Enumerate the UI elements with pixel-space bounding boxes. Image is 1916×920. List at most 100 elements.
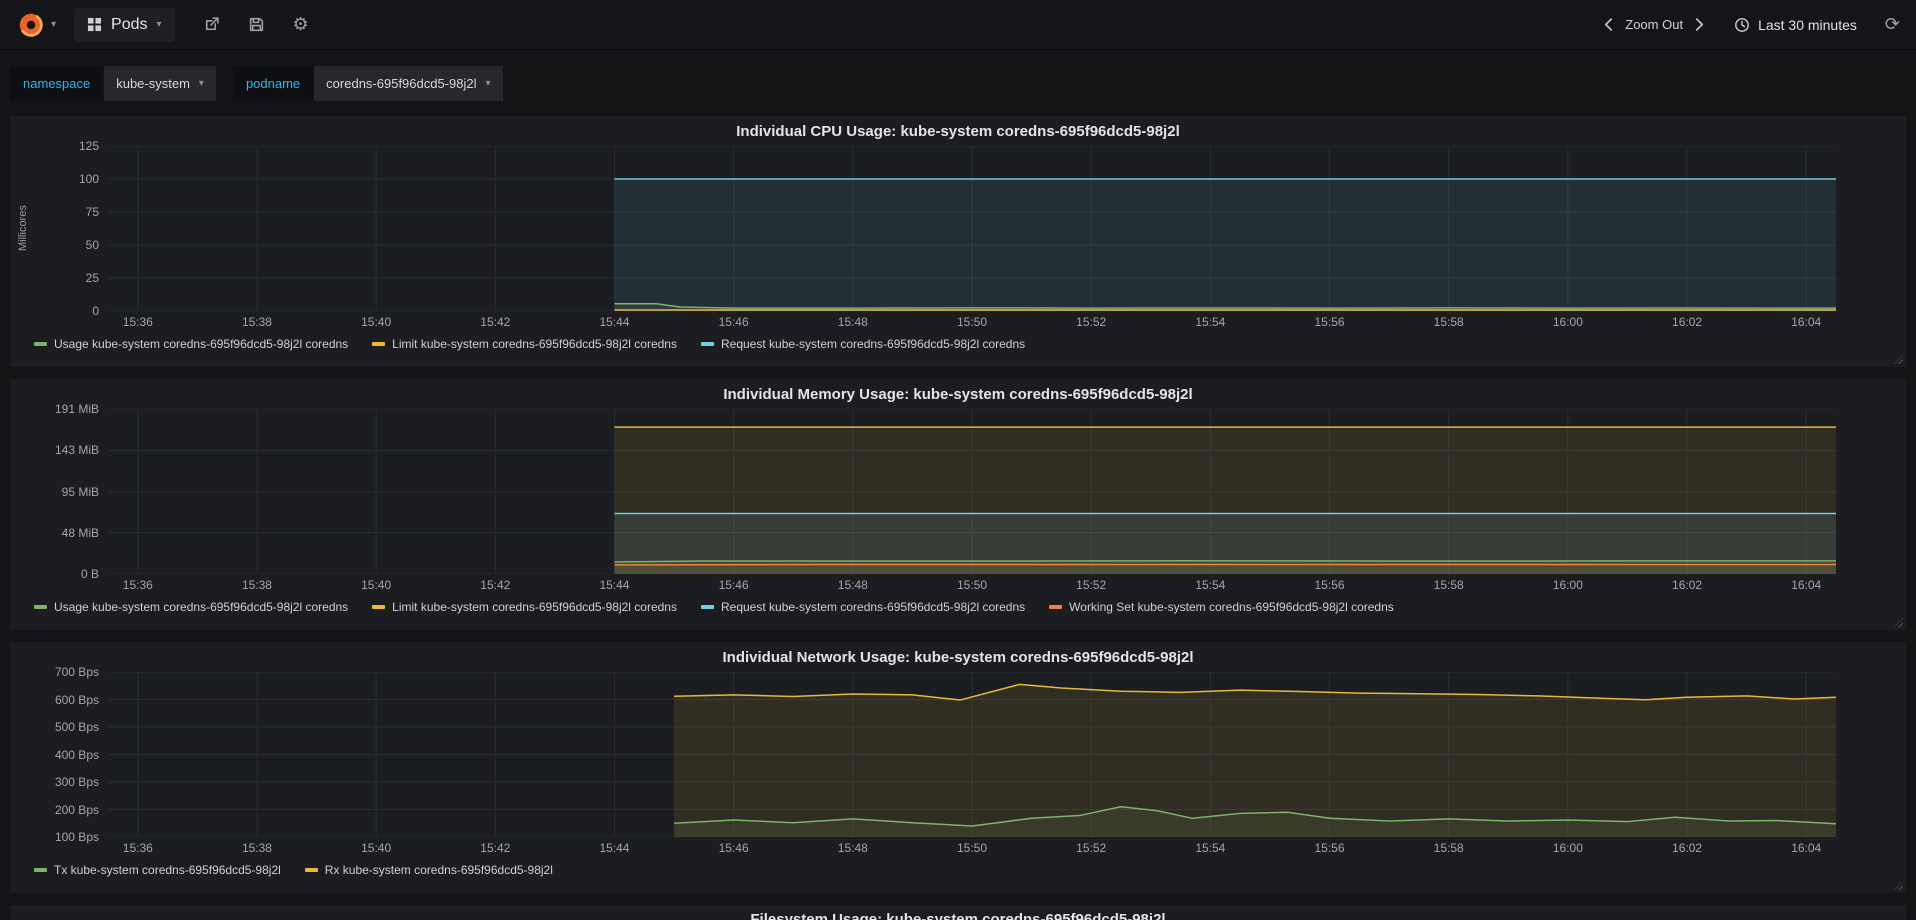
row-drag-handle[interactable]: ⋮⋮ xyxy=(0,119,5,138)
graph-cpu: 0 25 50 75 100 125 15:36 15:38 15:40 15:42 15:44 15… xyxy=(10,139,1906,331)
y-axis-tick: 75 xyxy=(85,205,99,219)
time-shift-back-button[interactable] xyxy=(1604,18,1613,31)
x-axis-tick: 15:38 xyxy=(241,315,272,329)
legend-label: Request kube-system coredns-695f96dcd5-9… xyxy=(720,337,1026,351)
y-axis-tick: 300 Bps xyxy=(54,775,99,789)
y-axis-tick: 0 xyxy=(92,304,99,318)
legend-item[interactable]: Working Set kube-system coredns-695f96dc… xyxy=(1049,600,1394,614)
y-axis-tick: 200 Bps xyxy=(54,802,99,817)
x-axis-tick: 16:02 xyxy=(1672,841,1703,855)
chevron-down-icon: ▾ xyxy=(485,77,491,89)
variable-podname-dropdown[interactable]: coredns-695f96dcd5-98j2l ▾ xyxy=(314,65,503,101)
x-axis-tick: 15:58 xyxy=(1433,841,1464,855)
legend-swatch-icon xyxy=(34,605,47,609)
variable-namespace-value: kube-system xyxy=(116,75,190,91)
variable-namespace: namespace kube-system ▾ xyxy=(10,65,216,101)
y-axis-tick: 143 MiB xyxy=(54,443,99,458)
gear-icon: ⚙ xyxy=(292,13,309,35)
dashboard-grid: ⋮⋮ Individual CPU Usage: kube-system cor… xyxy=(0,116,1916,920)
graph-canvas xyxy=(108,409,1836,574)
x-axis-tick: 15:42 xyxy=(480,841,511,855)
y-axis-tick: 400 Bps xyxy=(54,747,99,762)
x-axis-tick: 15:36 xyxy=(122,841,153,855)
graph-plot-area[interactable]: 0 25 50 75 100 125 15:36 15:38 15:40 15:42 15:44 15… xyxy=(17,139,1836,329)
x-axis-tick: 15:44 xyxy=(599,578,630,592)
x-axis-tick: 15:58 xyxy=(1433,315,1464,329)
refresh-icon: ⟳ xyxy=(1884,13,1900,35)
legend-label: Working Set kube-system coredns-695f96dc… xyxy=(1069,600,1394,614)
graph-plot-area[interactable]: 100 Bps 200 Bps 300 Bps 400 Bps 500 Bps 600 B… xyxy=(55,665,1836,855)
panel-title[interactable]: Filesystem Usage: kube-system coredns-69… xyxy=(10,908,1906,920)
chevron-left-icon xyxy=(1605,18,1613,31)
x-axis-tick: 15:36 xyxy=(122,578,153,592)
y-axis-tick: 0 B xyxy=(80,567,99,581)
panel-title[interactable]: Individual CPU Usage: kube-system coredn… xyxy=(10,120,1906,146)
x-axis-tick: 15:40 xyxy=(361,841,392,855)
series-fill xyxy=(674,684,1836,837)
y-axis-tick: 95 MiB xyxy=(61,484,99,499)
legend-swatch-icon xyxy=(34,342,47,346)
time-range-picker[interactable]: Last 30 minutes xyxy=(1734,17,1857,33)
panel-title[interactable]: Individual Network Usage: kube-system co… xyxy=(10,646,1906,672)
panel-individual-network-usage: Individual Network Usage: kube-system co… xyxy=(10,642,1906,893)
legend-item[interactable]: Usage kube-system coredns-695f96dcd5-98j… xyxy=(34,337,348,351)
series-fill xyxy=(614,564,1836,574)
x-axis-tick: 15:54 xyxy=(1195,841,1226,855)
x-axis-tick: 15:50 xyxy=(956,315,988,329)
variable-namespace-dropdown[interactable]: kube-system ▾ xyxy=(104,65,216,101)
x-axis-tick: 15:56 xyxy=(1314,841,1345,855)
panel-individual-cpu-usage: Individual CPU Usage: kube-system coredn… xyxy=(10,116,1906,367)
chevron-right-icon xyxy=(1695,18,1704,31)
dashboard-picker[interactable]: Pods ▾ xyxy=(74,7,175,42)
x-axis-tick: 15:40 xyxy=(361,578,392,592)
x-axis-tick: 15:52 xyxy=(1076,578,1107,592)
panel-title[interactable]: Individual Memory Usage: kube-system cor… xyxy=(10,383,1906,409)
zoom-out-button[interactable]: Zoom Out xyxy=(1625,17,1683,32)
y-axis-tick: 191 MiB xyxy=(54,402,99,416)
x-axis-tick: 15:56 xyxy=(1314,578,1345,592)
x-axis-tick: 15:46 xyxy=(718,578,749,592)
refresh-button[interactable]: ⟳ xyxy=(1884,13,1900,35)
legend-item[interactable]: Tx kube-system coredns-695f96dcd5-98j2l xyxy=(34,863,281,877)
x-axis-tick: 15:52 xyxy=(1076,841,1107,855)
save-icon xyxy=(249,17,263,32)
legend-item[interactable]: Limit kube-system coredns-695f96dcd5-98j… xyxy=(372,337,677,351)
legend-item[interactable]: Request kube-system coredns-695f96dcd5-9… xyxy=(700,600,1025,614)
x-axis-tick: 15:38 xyxy=(241,841,272,855)
graph-legend: Usage kube-system coredns-695f96dcd5-98j… xyxy=(10,594,1906,620)
grafana-main-menu[interactable]: ▾ xyxy=(16,10,56,40)
x-axis-tick: 15:44 xyxy=(599,841,630,855)
legend-label: Usage kube-system coredns-695f96dcd5-98j… xyxy=(54,337,349,351)
time-shift-controls: Zoom Out xyxy=(1604,17,1704,32)
x-axis-tick: 16:02 xyxy=(1672,578,1703,592)
variable-podname-label: podname xyxy=(232,65,314,101)
dashboard-grid-icon xyxy=(87,17,102,32)
legend-swatch-icon xyxy=(34,868,47,872)
legend-item[interactable]: Request kube-system coredns-695f96dcd5-9… xyxy=(700,337,1026,351)
y-axis-tick: 50 xyxy=(85,238,99,252)
chevron-down-icon: ▾ xyxy=(156,19,162,30)
legend-item[interactable]: Rx kube-system coredns-695f96dcd5-98j2l xyxy=(304,863,553,877)
legend-item[interactable]: Usage kube-system coredns-695f96dcd5-98j… xyxy=(34,600,348,614)
x-axis-tick: 15:44 xyxy=(599,315,630,329)
series-fill xyxy=(614,179,1836,311)
save-button[interactable] xyxy=(248,16,265,33)
clock-icon xyxy=(1735,17,1749,32)
graph-legend: Usage kube-system coredns-695f96dcd5-98j… xyxy=(10,331,1906,357)
settings-button[interactable]: ⚙ xyxy=(292,13,309,35)
graph-plot-area[interactable]: 0 B 48 MiB 95 MiB 143 MiB 191 MiB 15:36 15:38 1… xyxy=(55,402,1836,592)
x-axis-tick: 16:04 xyxy=(1791,578,1822,592)
x-axis-tick: 15:48 xyxy=(837,841,868,855)
x-axis-tick: 15:50 xyxy=(956,578,988,592)
time-shift-forward-button[interactable] xyxy=(1695,18,1704,31)
template-variables-row: namespace kube-system ▾ podname coredns-… xyxy=(0,50,1916,116)
panel-individual-memory-usage: Individual Memory Usage: kube-system cor… xyxy=(10,379,1906,630)
variable-namespace-label: namespace xyxy=(10,65,104,101)
legend-item[interactable]: Limit kube-system coredns-695f96dcd5-98j… xyxy=(372,600,677,614)
legend-swatch-icon xyxy=(700,342,714,346)
time-range-label: Last 30 minutes xyxy=(1758,16,1857,33)
y-axis-tick: 125 xyxy=(78,139,99,153)
legend-label: Rx kube-system coredns-695f96dcd5-98j2l xyxy=(324,863,553,877)
legend-label: Usage kube-system coredns-695f96dcd5-98j… xyxy=(54,600,349,614)
share-button[interactable] xyxy=(203,16,220,33)
